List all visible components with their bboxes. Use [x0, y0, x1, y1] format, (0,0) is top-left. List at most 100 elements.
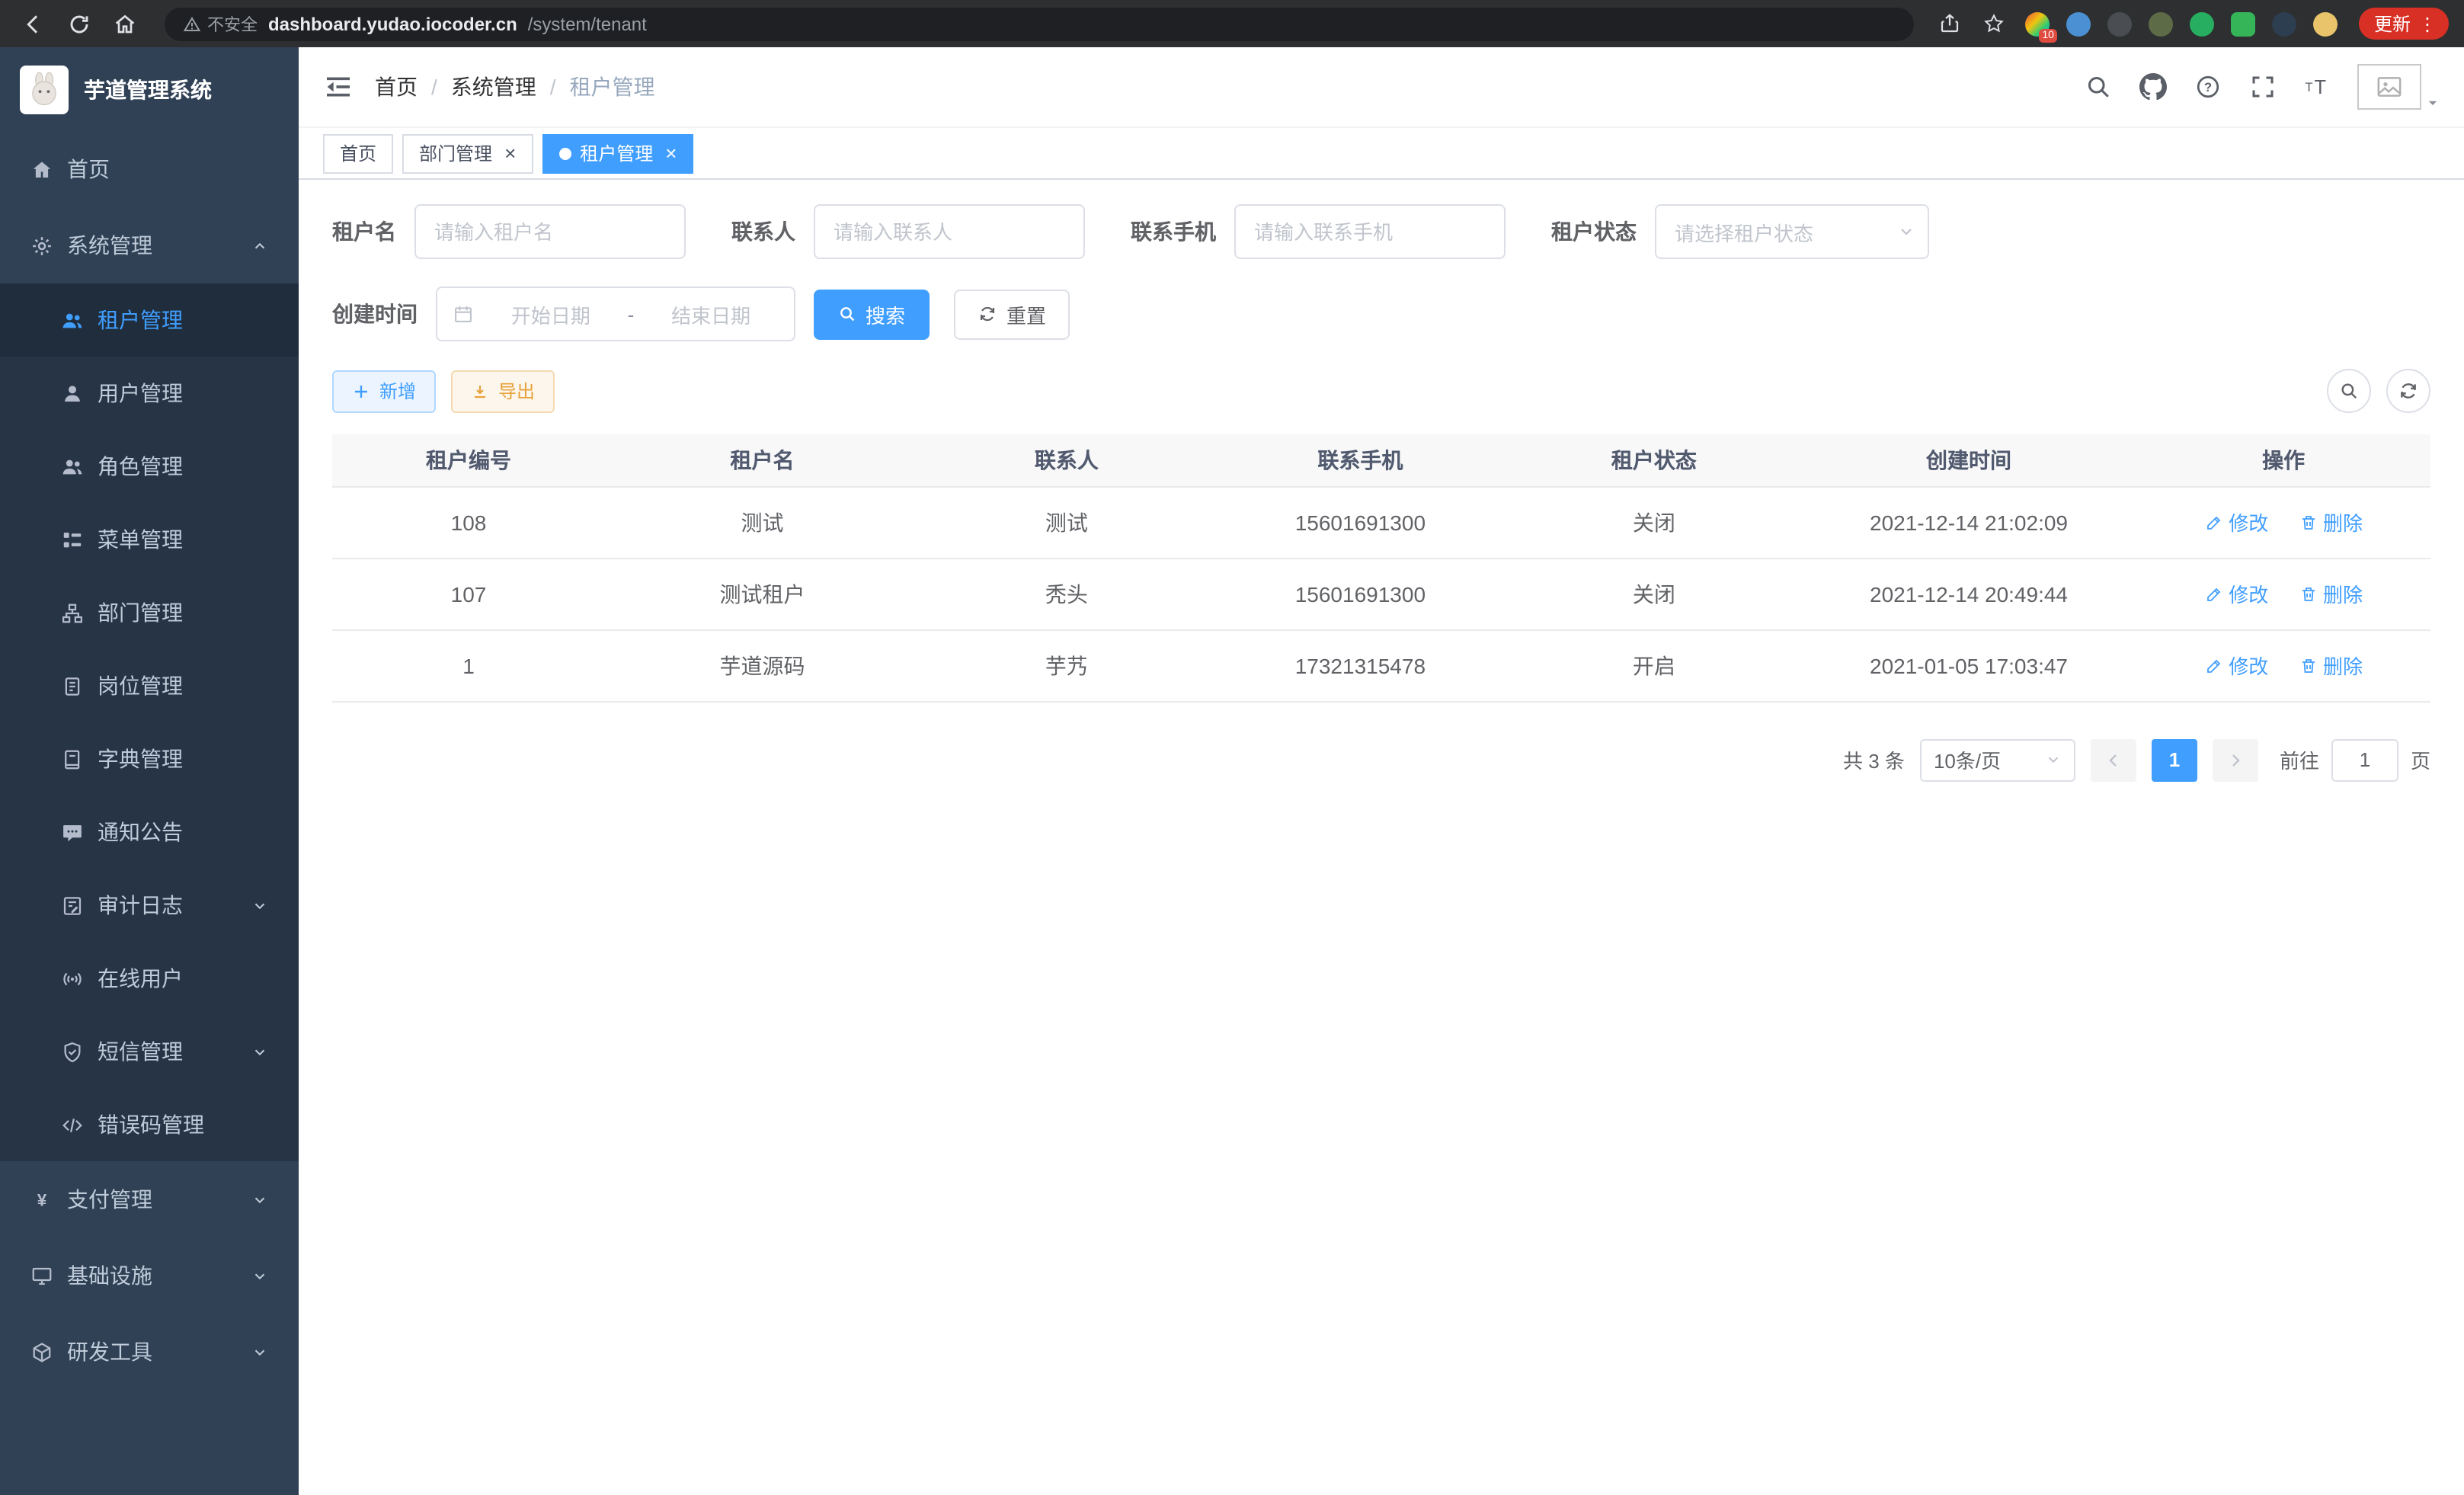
prev-page-button[interactable] — [2091, 738, 2136, 781]
sidebar-item-payment-management[interactable]: ¥ 支付管理 — [0, 1161, 299, 1237]
edit-link[interactable]: 修改 — [2204, 579, 2268, 608]
url-domain: dashboard.yudao.iocoder.cn — [268, 13, 517, 34]
cell-phone: 15601691300 — [1214, 486, 1508, 558]
sidebar-item-dept-management[interactable]: 部门管理 — [0, 576, 299, 649]
sidebar-item-error-code-management[interactable]: 错误码管理 — [0, 1088, 299, 1161]
calendar-icon — [453, 303, 474, 325]
bookmark-star-icon[interactable] — [1979, 8, 2010, 39]
sidebar-item-sms-management[interactable]: 短信管理 — [0, 1015, 299, 1088]
sidebar-item-dev-tools[interactable]: 研发工具 — [0, 1314, 299, 1390]
sidebar-item-post-management[interactable]: 岗位管理 — [0, 649, 299, 722]
cell-tenant-id: 108 — [332, 486, 605, 558]
cell-actions: 修改 删除 — [2136, 629, 2430, 701]
delete-link[interactable]: 删除 — [2299, 579, 2363, 608]
page-size-value: 10条/页 — [1934, 745, 2001, 774]
security-warning[interactable]: 不安全 — [183, 11, 258, 36]
audit-log-icon — [61, 894, 84, 917]
extension-icon[interactable] — [2065, 10, 2092, 37]
close-icon[interactable]: × — [665, 143, 677, 163]
sidebar-item-menu-management[interactable]: 菜单管理 — [0, 503, 299, 576]
online-signal-icon — [61, 967, 84, 990]
extension-icon[interactable] — [2106, 10, 2133, 37]
create-time-label: 创建时间 — [332, 299, 418, 329]
page-size-select[interactable]: 10条/页 — [1920, 738, 2075, 781]
tab-home[interactable]: 首页 — [323, 133, 393, 173]
tab-dept-management[interactable]: 部门管理 × — [402, 133, 533, 173]
contact-input[interactable] — [814, 204, 1085, 259]
svg-text:T: T — [2306, 81, 2313, 94]
system-submenu: 租户管理 用户管理 角色管理 菜单管理 部门管理 — [0, 283, 299, 1161]
refresh-table-button[interactable] — [2386, 369, 2430, 413]
user-icon — [61, 382, 84, 405]
share-icon[interactable] — [1935, 8, 1966, 39]
sidebar-item-label: 字典管理 — [98, 744, 183, 774]
extension-icon[interactable] — [2229, 10, 2257, 37]
chevron-down-icon — [251, 1043, 268, 1060]
edit-link[interactable]: 修改 — [2204, 651, 2268, 680]
export-button[interactable]: 导出 — [451, 370, 555, 412]
announcement-icon — [61, 821, 84, 844]
sidebar-item-role-management[interactable]: 角色管理 — [0, 430, 299, 503]
toggle-search-button[interactable] — [2327, 369, 2371, 413]
user-avatar-menu[interactable] — [2357, 64, 2440, 110]
tab-label: 首页 — [340, 140, 376, 166]
sidebar-item-infrastructure[interactable]: 基础设施 — [0, 1237, 299, 1314]
reset-button[interactable]: 重置 — [955, 289, 1070, 339]
sidebar-item-dict-management[interactable]: 字典管理 — [0, 722, 299, 796]
goto-label: 前往 — [2280, 745, 2319, 774]
breadcrumb-system[interactable]: 系统管理 — [451, 72, 536, 102]
fullscreen-icon[interactable] — [2248, 72, 2278, 102]
back-icon[interactable] — [15, 5, 52, 42]
close-icon[interactable]: × — [504, 143, 516, 163]
sidebar-item-tenant-management[interactable]: 租户管理 — [0, 283, 299, 357]
help-icon[interactable]: ? — [2193, 72, 2223, 102]
table-row: 1 芋道源码 芋艿 17321315478 开启 2021-01-05 17:0… — [332, 629, 2430, 701]
status-select[interactable]: 请选择租户状态 — [1655, 204, 1929, 259]
delete-link[interactable]: 删除 — [2299, 651, 2363, 680]
infrastructure-icon — [30, 1264, 53, 1287]
profile-avatar[interactable] — [2312, 10, 2339, 37]
sidebar-item-user-management[interactable]: 用户管理 — [0, 357, 299, 430]
date-range-picker[interactable]: 开始日期 - 结束日期 — [436, 287, 795, 341]
breadcrumb-separator: / — [431, 75, 437, 99]
address-bar[interactable]: 不安全 dashboard.yudao.iocoder.cn /system/t… — [165, 7, 1914, 40]
phone-input[interactable] — [1234, 204, 1506, 259]
search-icon[interactable] — [2083, 72, 2114, 102]
breadcrumb-home[interactable]: 首页 — [375, 72, 418, 102]
search-icon — [838, 305, 856, 323]
page-content: 租户名 联系人 联系手机 租户状态 请选择租户状态 — [299, 180, 2464, 1495]
column-header-tenant-id: 租户编号 — [332, 434, 605, 486]
sidebar-item-online-users[interactable]: 在线用户 — [0, 942, 299, 1015]
sidebar-item-audit-log[interactable]: 审计日志 — [0, 869, 299, 942]
github-icon[interactable] — [2138, 72, 2168, 102]
tab-tenant-management[interactable]: 租户管理 × — [542, 133, 693, 173]
chevron-up-icon — [251, 237, 268, 254]
extension-icon[interactable]: 10 — [2024, 10, 2051, 37]
logo[interactable]: 芋道管理系统 — [0, 47, 299, 131]
search-button[interactable]: 搜索 — [814, 289, 930, 339]
next-page-button[interactable] — [2213, 738, 2258, 781]
cell-actions: 修改 删除 — [2136, 486, 2430, 558]
refresh-icon[interactable] — [61, 5, 98, 42]
goto-page-input[interactable] — [2331, 738, 2398, 781]
tenant-name-input[interactable] — [414, 204, 686, 259]
download-icon — [471, 382, 489, 400]
sidebar-item-home[interactable]: 首页 — [0, 131, 299, 207]
search-icon — [2339, 381, 2359, 401]
sidebar-collapse-icon[interactable] — [323, 72, 354, 102]
broken-image-icon — [2374, 72, 2405, 102]
page-number-button[interactable]: 1 — [2152, 738, 2197, 781]
delete-link[interactable]: 删除 — [2299, 507, 2363, 536]
extension-badge: 10 — [2039, 28, 2057, 42]
extension-icon[interactable] — [2188, 10, 2216, 37]
font-size-icon[interactable]: TT — [2302, 72, 2333, 102]
add-button[interactable]: 新增 — [332, 370, 436, 412]
sidebar-item-system-management[interactable]: 系统管理 — [0, 207, 299, 283]
url-path: /system/tenant — [528, 13, 1896, 34]
sidebar-item-notice[interactable]: 通知公告 — [0, 796, 299, 869]
extension-icon[interactable] — [2147, 10, 2174, 37]
extension-icon[interactable] — [2270, 10, 2298, 37]
chrome-update-button[interactable]: 更新 ⋮ — [2359, 8, 2449, 40]
edit-link[interactable]: 修改 — [2204, 507, 2268, 536]
home-icon[interactable] — [107, 5, 143, 42]
